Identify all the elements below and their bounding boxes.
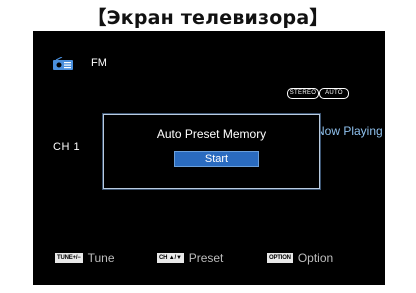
auto-preset-dialog: Auto Preset Memory Start [103, 114, 320, 189]
start-button[interactable]: Start [174, 151, 259, 167]
band-label: FM [91, 57, 107, 69]
hint-option: OPTION Option [267, 251, 333, 265]
screen-caption: 【Экран телевизора】 [87, 7, 329, 29]
hint-tune-label: Tune [87, 251, 115, 265]
channel-label: CH 1 [53, 141, 81, 153]
stereo-indicator: STEREO [287, 88, 319, 99]
hint-preset: CH ▲/▼ Preset [157, 251, 223, 265]
tune-key-icon: TUNE+/− [55, 253, 83, 263]
hint-option-label: Option [297, 251, 334, 265]
dialog-title: Auto Preset Memory [156, 127, 267, 141]
hint-tune: TUNE+/− Tune [55, 251, 115, 265]
option-key-icon: OPTION [267, 253, 293, 263]
tv-screen: FM STEREO AUTO Now Playing CH 1 Auto Pre… [33, 31, 385, 285]
radio-icon [53, 57, 73, 70]
now-playing-label: Now Playing [316, 124, 383, 138]
auto-indicator: AUTO [319, 88, 349, 99]
hint-preset-label: Preset [188, 251, 224, 265]
channel-key-icon: CH ▲/▼ [157, 253, 184, 263]
